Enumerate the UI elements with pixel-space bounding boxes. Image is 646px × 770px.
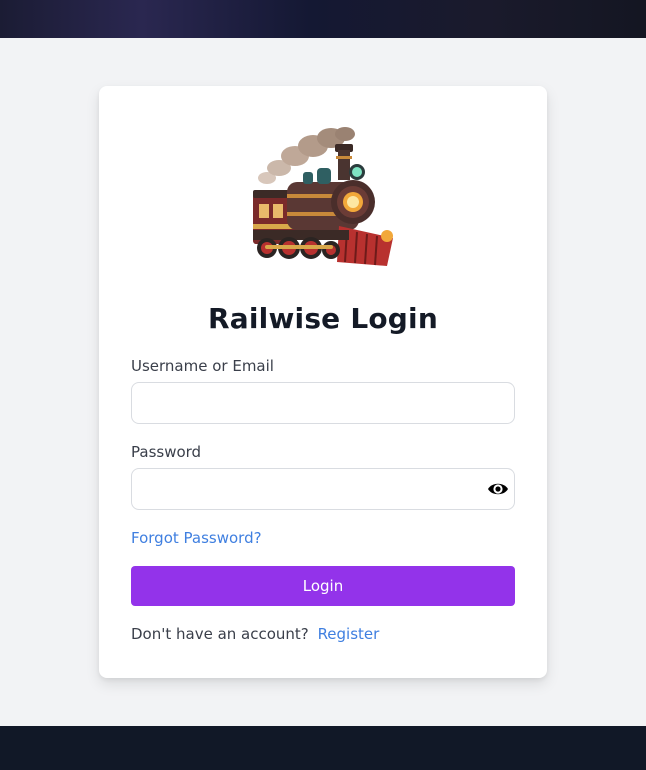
forgot-password-link[interactable]: Forgot Password?	[131, 529, 262, 547]
register-row: Don't have an account? Register	[131, 625, 379, 643]
steam-locomotive-logo	[247, 126, 399, 271]
page-title: Railwise Login	[208, 302, 438, 335]
login-button[interactable]: Login	[131, 566, 515, 606]
footer-bar	[0, 726, 646, 770]
register-link[interactable]: Register	[318, 625, 380, 643]
eye-icon[interactable]	[487, 479, 509, 499]
top-header-bar	[0, 0, 646, 38]
password-label: Password	[131, 443, 202, 461]
register-prompt: Don't have an account?	[131, 625, 309, 643]
login-card: Railwise Login Username or Email Passwor…	[99, 86, 547, 678]
username-label: Username or Email	[131, 357, 274, 375]
password-input[interactable]	[131, 468, 515, 510]
username-input[interactable]	[131, 382, 515, 424]
